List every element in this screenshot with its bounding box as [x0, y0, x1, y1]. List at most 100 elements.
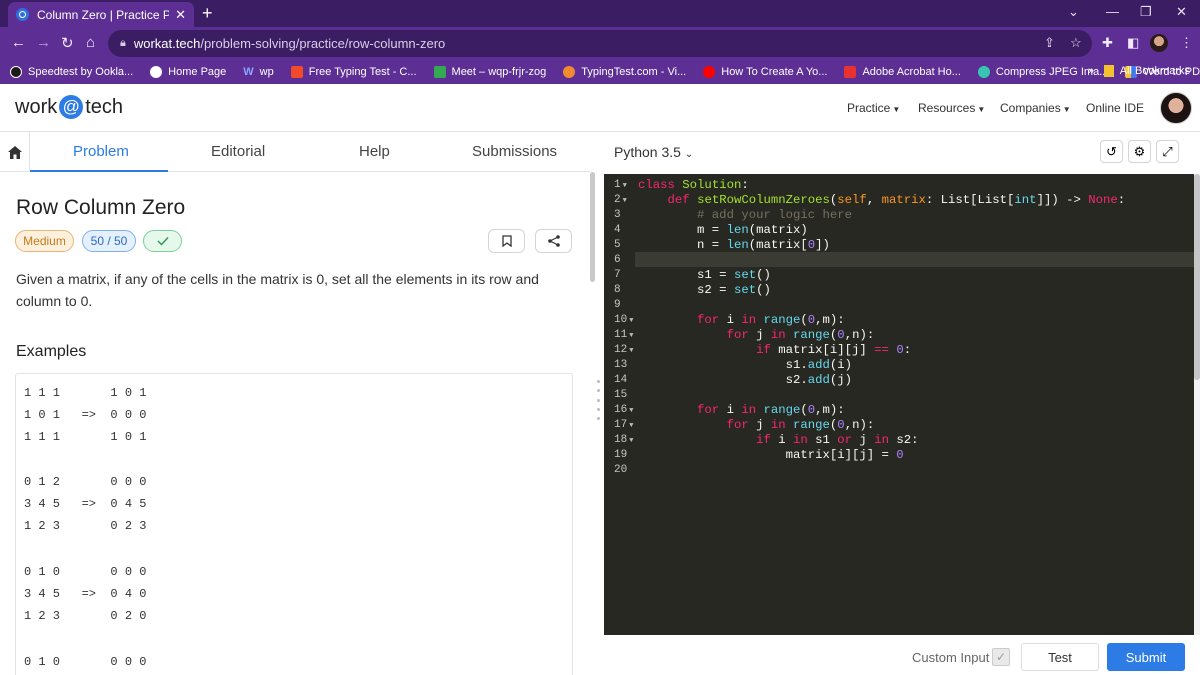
fold-arrow-icon[interactable]: ▼ [629, 332, 633, 340]
bookmark-problem-button[interactable] [488, 229, 525, 253]
bookmark-star-icon[interactable]: ☆ [1070, 35, 1082, 51]
browser-tab[interactable]: Column Zero | Practice Pro ✕ [8, 2, 194, 27]
share-icon[interactable]: ⇪ [1044, 35, 1055, 51]
caret-down-icon: ▼ [1062, 105, 1071, 114]
site-header: work @ tech Practice ▼ Resources ▼ Compani… [0, 84, 1200, 132]
editor-scrollbar[interactable] [1194, 174, 1200, 635]
difficulty-badge: Medium [15, 230, 74, 252]
browser-profile-avatar[interactable] [1150, 34, 1168, 52]
code-line: # add your logic here [697, 208, 853, 222]
restore-window-icon[interactable]: ❐ [1140, 4, 1152, 20]
bookmark-item[interactable]: How To Create A Yo... [703, 66, 827, 78]
nav-companies-label: Companies [1000, 101, 1061, 115]
editor-scrollbar-thumb[interactable] [1194, 174, 1200, 380]
nav-practice[interactable]: Practice ▼ [847, 101, 900, 115]
active-line-highlight [635, 252, 1194, 267]
close-window-icon[interactable]: ✕ [1176, 4, 1187, 20]
fold-arrow-icon[interactable]: ▼ [629, 317, 633, 325]
line-number: 19 [614, 449, 628, 461]
logo-text-right: tech [85, 95, 124, 118]
fold-arrow-icon[interactable]: ▼ [629, 422, 633, 430]
nav-companies[interactable]: Companies ▼ [1000, 101, 1071, 115]
bookmark-item[interactable]: W wp [243, 66, 273, 78]
browser-toolbar: ← → ↻ ⌂ 🔒︎ workat.tech /problem-solving/… [0, 27, 1200, 60]
share-problem-button[interactable] [535, 229, 572, 253]
extensions-puzzle-icon[interactable]: ✚ [1102, 35, 1113, 51]
home-icon[interactable]: ⌂ [86, 34, 95, 51]
browser-menu-icon[interactable]: ⋮ [1180, 35, 1193, 51]
forward-arrow-icon[interactable]: → [36, 34, 51, 51]
new-tab-button[interactable]: + [202, 3, 213, 24]
nav-online-ide[interactable]: Online IDE [1086, 101, 1144, 115]
back-arrow-icon[interactable]: ← [11, 34, 26, 51]
code-line: for i in range(0,m): [697, 313, 845, 327]
tab-help[interactable]: Help [359, 143, 390, 160]
site-logo[interactable]: work @ tech [15, 95, 123, 119]
bookmark-item[interactable]: TypingTest.com - Vi... [563, 66, 686, 78]
tab-editorial[interactable]: Editorial [211, 143, 265, 160]
share-icon [547, 235, 560, 247]
user-avatar[interactable] [1160, 92, 1192, 124]
minimize-window-icon[interactable]: — [1106, 4, 1119, 19]
tab-problem[interactable]: Problem [73, 143, 129, 160]
submit-button[interactable]: Submit [1107, 643, 1185, 671]
checkmark-icon [156, 236, 169, 246]
bookmark-item[interactable]: Meet – wqp-frjr-zog [433, 66, 546, 78]
fold-arrow-icon[interactable]: ▼ [629, 407, 633, 415]
side-panel-icon[interactable]: ◧ [1127, 35, 1139, 51]
typing-icon [290, 66, 303, 78]
code-line: def setRowColumnZeroes(self, matrix: Lis… [667, 193, 1126, 207]
line-number: 9 [614, 299, 621, 311]
line-number: 16 ▼ [614, 404, 634, 416]
undo-icon: ↺ [1106, 143, 1117, 159]
fold-arrow-icon[interactable]: ▼ [623, 197, 627, 205]
custom-input-checkbox[interactable]: ✓ [992, 648, 1010, 666]
example-line: 3 4 5 => 0 4 5 [24, 497, 147, 511]
editor-settings-button[interactable]: ⚙ [1128, 140, 1151, 163]
bookmark-item[interactable]: Free Typing Test - C... [290, 66, 417, 78]
bookmark-label: Adobe Acrobat Ho... [862, 66, 961, 78]
bookmark-label: wp [259, 66, 274, 78]
acrobat-icon [844, 66, 857, 78]
address-bar[interactable]: 🔒︎ workat.tech /problem-solving/practice… [108, 30, 1092, 57]
active-tab-indicator [30, 170, 168, 172]
close-tab-icon[interactable]: ✕ [175, 7, 186, 23]
all-bookmarks[interactable]: All Bookmarks [1103, 65, 1190, 77]
example-line: 0 1 0 0 0 0 [24, 655, 147, 669]
fold-arrow-icon[interactable]: ▼ [629, 347, 633, 355]
nav-resources[interactable]: Resources ▼ [918, 101, 985, 115]
fold-arrow-icon[interactable]: ▼ [629, 437, 633, 445]
fold-arrow-icon[interactable]: ▼ [623, 182, 627, 190]
more-bookmarks-chevron-icon[interactable]: » [1088, 65, 1094, 77]
test-button[interactable]: Test [1021, 643, 1099, 671]
meet-icon [433, 66, 446, 78]
examples-heading: Examples [16, 343, 87, 360]
tab-submissions[interactable]: Submissions [472, 143, 557, 160]
code-line: m = len(matrix) [638, 223, 808, 237]
bookmark-item[interactable]: Speedtest by Ookla... [10, 66, 133, 78]
line-number: 15 [614, 389, 628, 401]
caret-down-icon: ▼ [892, 105, 901, 114]
reload-icon[interactable]: ↻ [61, 34, 74, 52]
logo-text-left: work [15, 95, 58, 118]
language-select[interactable]: Python 3.5 ⌄ [614, 144, 693, 160]
bookmark-item[interactable]: Home Page [150, 66, 226, 78]
fullscreen-button[interactable]: ⤢ [1156, 140, 1179, 163]
problem-description: Given a matrix, if any of the cells in t… [16, 271, 539, 309]
line-number: 20 [614, 464, 628, 476]
line-number: 18 ▼ [614, 434, 634, 446]
reset-code-button[interactable]: ↺ [1100, 140, 1123, 163]
problem-pane-scrollbar[interactable] [590, 172, 595, 282]
tab-search-chevron-icon[interactable]: ⌄ [1068, 4, 1079, 20]
code-line: class Solution: [638, 178, 749, 192]
home-button[interactable] [0, 132, 30, 172]
code-editor[interactable]: 1 ▼ 2 ▼ 3 4 5 6 7 8 9 10 ▼ 11 ▼ 12 ▼ 13 14 15 16 ▼ 17 ▼ 18 ▼ 19 20 … [604, 174, 1194, 635]
line-number: 4 [614, 224, 621, 236]
code-line: for i in range(0,m): [697, 403, 845, 417]
bookmark-item[interactable]: Adobe Acrobat Ho... [844, 66, 961, 78]
caret-down-icon: ▼ [977, 105, 986, 114]
bookmark-label: Home Page [168, 66, 227, 78]
example-line: 1 2 3 0 2 0 [24, 609, 147, 623]
pane-resize-handle[interactable] [597, 380, 601, 420]
line-number: 17 ▼ [614, 419, 634, 431]
